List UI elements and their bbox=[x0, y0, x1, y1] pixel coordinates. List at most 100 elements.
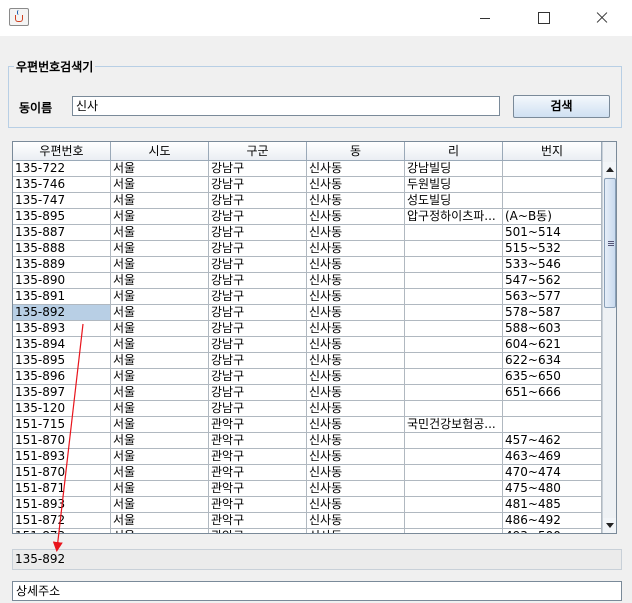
cell-sido[interactable]: 서울 bbox=[111, 465, 209, 481]
cell-sido[interactable]: 서울 bbox=[111, 193, 209, 209]
cell-bunji[interactable]: (A~B동) bbox=[503, 209, 602, 225]
table-row[interactable]: 135-887 서울 강남구 신사동 501~514 bbox=[13, 225, 602, 241]
cell-zip[interactable]: 151-715 bbox=[13, 417, 111, 433]
cell-dong[interactable]: 신사동 bbox=[307, 305, 405, 321]
table-row[interactable]: 135-120 서울 강남구 신사동 bbox=[13, 401, 602, 417]
table-row[interactable]: 135-746 서울 강남구 신사동 두원빌딩 bbox=[13, 177, 602, 193]
table-row[interactable]: 135-895 서울 강남구 신사동 622~634 bbox=[13, 353, 602, 369]
cell-dong[interactable]: 신사동 bbox=[307, 529, 405, 533]
cell-zip[interactable]: 135-896 bbox=[13, 369, 111, 385]
cell-ri[interactable] bbox=[405, 401, 503, 417]
cell-ri[interactable] bbox=[405, 513, 503, 529]
cell-ri[interactable]: 두원빌딩 bbox=[405, 177, 503, 193]
cell-gugun[interactable]: 강남구 bbox=[209, 193, 307, 209]
cell-zip[interactable]: 135-897 bbox=[13, 385, 111, 401]
cell-zip[interactable]: 135-891 bbox=[13, 289, 111, 305]
cell-gugun[interactable]: 강남구 bbox=[209, 209, 307, 225]
cell-ri[interactable]: 성도빌딩 bbox=[405, 193, 503, 209]
dong-name-input[interactable]: 신사 bbox=[72, 96, 500, 116]
cell-gugun[interactable]: 관악구 bbox=[209, 513, 307, 529]
cell-sido[interactable]: 서울 bbox=[111, 385, 209, 401]
cell-gugun[interactable]: 관악구 bbox=[209, 433, 307, 449]
cell-ri[interactable] bbox=[405, 289, 503, 305]
cell-sido[interactable]: 서울 bbox=[111, 337, 209, 353]
cell-ri[interactable]: 국민건강보험공... bbox=[405, 417, 503, 433]
cell-gugun[interactable]: 강남구 bbox=[209, 353, 307, 369]
cell-bunji[interactable]: 475~480 bbox=[503, 481, 602, 497]
detail-address-input[interactable]: 상세주소 bbox=[12, 581, 622, 601]
cell-bunji[interactable]: 515~532 bbox=[503, 241, 602, 257]
cell-zip[interactable]: 151-870 bbox=[13, 433, 111, 449]
cell-zip[interactable]: 135-747 bbox=[13, 193, 111, 209]
cell-sido[interactable]: 서울 bbox=[111, 481, 209, 497]
table-row[interactable]: 151-870 서울 관악구 신사동 470~474 bbox=[13, 465, 602, 481]
cell-bunji[interactable] bbox=[503, 401, 602, 417]
cell-bunji[interactable]: 533~546 bbox=[503, 257, 602, 273]
cell-gugun[interactable]: 강남구 bbox=[209, 321, 307, 337]
cell-gugun[interactable]: 강남구 bbox=[209, 401, 307, 417]
cell-bunji[interactable]: 604~621 bbox=[503, 337, 602, 353]
cell-sido[interactable]: 서울 bbox=[111, 353, 209, 369]
cell-zip[interactable]: 135-893 bbox=[13, 321, 111, 337]
column-header-dong[interactable]: 동 bbox=[307, 142, 405, 161]
cell-gugun[interactable]: 강남구 bbox=[209, 369, 307, 385]
cell-sido[interactable]: 서울 bbox=[111, 529, 209, 533]
cell-dong[interactable]: 신사동 bbox=[307, 417, 405, 433]
table-row[interactable]: 135-889 서울 강남구 신사동 533~546 bbox=[13, 257, 602, 273]
cell-bunji[interactable]: 486~492 bbox=[503, 513, 602, 529]
cell-gugun[interactable]: 강남구 bbox=[209, 385, 307, 401]
cell-gugun[interactable]: 관악구 bbox=[209, 465, 307, 481]
cell-sido[interactable]: 서울 bbox=[111, 225, 209, 241]
cell-ri[interactable] bbox=[405, 305, 503, 321]
table-row[interactable]: 135-893 서울 강남구 신사동 588~603 bbox=[13, 321, 602, 337]
cell-sido[interactable]: 서울 bbox=[111, 257, 209, 273]
cell-ri[interactable] bbox=[405, 497, 503, 513]
cell-dong[interactable]: 신사동 bbox=[307, 273, 405, 289]
cell-ri[interactable] bbox=[405, 433, 503, 449]
cell-ri[interactable] bbox=[405, 385, 503, 401]
cell-ri[interactable] bbox=[405, 273, 503, 289]
cell-bunji[interactable]: 470~474 bbox=[503, 465, 602, 481]
cell-dong[interactable]: 신사동 bbox=[307, 433, 405, 449]
cell-bunji[interactable]: 457~462 bbox=[503, 433, 602, 449]
table-row[interactable]: 151-893 서울 관악구 신사동 481~485 bbox=[13, 497, 602, 513]
cell-sido[interactable]: 서울 bbox=[111, 401, 209, 417]
cell-zip[interactable]: 135-895 bbox=[13, 353, 111, 369]
cell-ri[interactable]: 압구정하이츠파... bbox=[405, 209, 503, 225]
cell-bunji[interactable] bbox=[503, 177, 602, 193]
cell-zip[interactable]: 151-870 bbox=[13, 465, 111, 481]
cell-gugun[interactable]: 관악구 bbox=[209, 529, 307, 533]
cell-dong[interactable]: 신사동 bbox=[307, 353, 405, 369]
table-row[interactable]: 135-891 서울 강남구 신사동 563~577 bbox=[13, 289, 602, 305]
table-row[interactable]: 135-890 서울 강남구 신사동 547~562 bbox=[13, 273, 602, 289]
cell-dong[interactable]: 신사동 bbox=[307, 161, 405, 177]
cell-zip[interactable]: 135-894 bbox=[13, 337, 111, 353]
maximize-button[interactable] bbox=[520, 0, 566, 36]
cell-zip[interactable]: 135-888 bbox=[13, 241, 111, 257]
cell-dong[interactable]: 신사동 bbox=[307, 241, 405, 257]
cell-gugun[interactable]: 강남구 bbox=[209, 305, 307, 321]
cell-ri[interactable] bbox=[405, 321, 503, 337]
cell-zip[interactable]: 151-871 bbox=[13, 481, 111, 497]
column-header-zip[interactable]: 우편번호 bbox=[13, 142, 111, 161]
cell-bunji[interactable]: 635~650 bbox=[503, 369, 602, 385]
cell-zip[interactable]: 135-120 bbox=[13, 401, 111, 417]
cell-dong[interactable]: 신사동 bbox=[307, 289, 405, 305]
cell-gugun[interactable]: 강남구 bbox=[209, 337, 307, 353]
table-row[interactable]: 135-722 서울 강남구 신사동 강남빌딩 bbox=[13, 161, 602, 177]
cell-gugun[interactable]: 관악구 bbox=[209, 497, 307, 513]
cell-ri[interactable] bbox=[405, 257, 503, 273]
cell-dong[interactable]: 신사동 bbox=[307, 401, 405, 417]
table-row[interactable]: 135-747 서울 강남구 신사동 성도빌딩 bbox=[13, 193, 602, 209]
cell-dong[interactable]: 신사동 bbox=[307, 481, 405, 497]
cell-zip[interactable]: 151-893 bbox=[13, 497, 111, 513]
cell-bunji[interactable] bbox=[503, 161, 602, 177]
cell-bunji[interactable]: 481~485 bbox=[503, 497, 602, 513]
column-header-sido[interactable]: 시도 bbox=[111, 142, 209, 161]
cell-zip[interactable]: 135-722 bbox=[13, 161, 111, 177]
cell-dong[interactable]: 신사동 bbox=[307, 193, 405, 209]
cell-gugun[interactable]: 강남구 bbox=[209, 289, 307, 305]
cell-zip[interactable]: 135-890 bbox=[13, 273, 111, 289]
cell-bunji[interactable]: 563~577 bbox=[503, 289, 602, 305]
cell-ri[interactable]: 강남빌딩 bbox=[405, 161, 503, 177]
